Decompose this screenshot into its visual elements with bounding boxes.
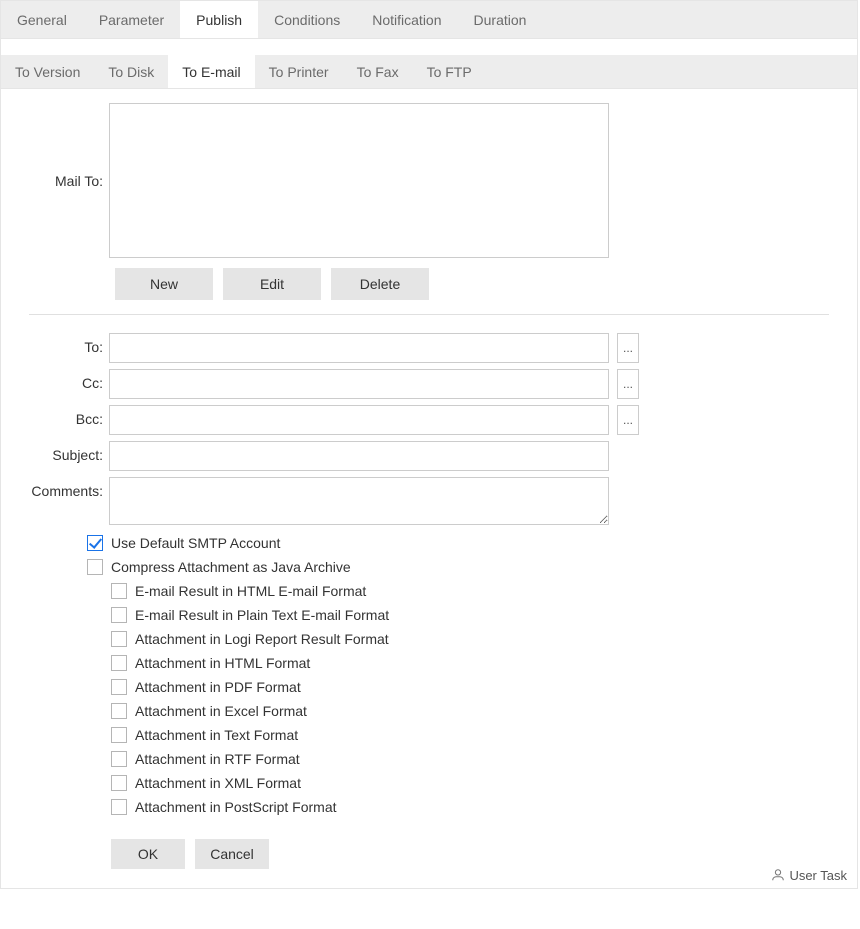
divider	[29, 314, 829, 315]
checkbox-row: E-mail Result in Plain Text E-mail Forma…	[111, 603, 829, 627]
checkbox-row: Attachment in Text Format	[111, 723, 829, 747]
checkbox-row: Attachment in HTML Format	[111, 651, 829, 675]
checkbox-10[interactable]	[111, 775, 127, 791]
tab-to-printer[interactable]: To Printer	[255, 55, 343, 88]
edit-button[interactable]: Edit	[223, 268, 321, 300]
user-task-icon	[771, 868, 785, 882]
email-form: Mail To: New Edit Delete To: ... Cc: ...…	[1, 89, 857, 929]
to-label: To:	[29, 333, 109, 355]
tab-publish[interactable]: Publish	[180, 1, 258, 38]
mail-to-buttons: New Edit Delete	[115, 268, 829, 300]
checkbox-7[interactable]	[111, 703, 127, 719]
checkbox-label[interactable]: Attachment in RTF Format	[135, 751, 300, 767]
checkbox-5[interactable]	[111, 655, 127, 671]
checkbox-9[interactable]	[111, 751, 127, 767]
delete-button[interactable]: Delete	[331, 268, 429, 300]
checkbox-row: Attachment in Logi Report Result Format	[111, 627, 829, 651]
checkbox-2[interactable]	[111, 583, 127, 599]
tab-to-ftp[interactable]: To FTP	[413, 55, 486, 88]
checkbox-label[interactable]: E-mail Result in Plain Text E-mail Forma…	[135, 607, 389, 623]
subject-input[interactable]	[109, 441, 609, 471]
checkbox-row: E-mail Result in HTML E-mail Format	[111, 579, 829, 603]
bcc-browse-button[interactable]: ...	[617, 405, 639, 435]
cc-browse-button[interactable]: ...	[617, 369, 639, 399]
status-bar: User Task	[1, 862, 857, 888]
checkbox-label[interactable]: Compress Attachment as Java Archive	[111, 559, 351, 575]
checkbox-label[interactable]: Attachment in Logi Report Result Format	[135, 631, 389, 647]
cc-label: Cc:	[29, 369, 109, 391]
checkbox-row: Attachment in PostScript Format	[111, 795, 829, 819]
tab-to-email[interactable]: To E-mail	[168, 55, 254, 88]
user-task-label: User Task	[789, 868, 847, 883]
checkbox-label[interactable]: Attachment in Excel Format	[135, 703, 307, 719]
bcc-input[interactable]	[109, 405, 609, 435]
checkbox-11[interactable]	[111, 799, 127, 815]
checkbox-label[interactable]: Use Default SMTP Account	[111, 535, 280, 551]
subject-label: Subject:	[29, 441, 109, 463]
checkbox-6[interactable]	[111, 679, 127, 695]
mail-to-label: Mail To:	[29, 173, 109, 189]
comments-label: Comments:	[29, 477, 109, 499]
checkbox-row: Compress Attachment as Java Archive	[87, 555, 829, 579]
tab-to-disk[interactable]: To Disk	[94, 55, 168, 88]
checkbox-0[interactable]	[87, 535, 103, 551]
to-input[interactable]	[109, 333, 609, 363]
checkbox-3[interactable]	[111, 607, 127, 623]
checkbox-label[interactable]: Attachment in HTML Format	[135, 655, 310, 671]
checkbox-row: Attachment in Excel Format	[111, 699, 829, 723]
tab-notification[interactable]: Notification	[356, 1, 457, 38]
new-button[interactable]: New	[115, 268, 213, 300]
tabs-primary: General Parameter Publish Conditions Not…	[1, 1, 857, 39]
to-browse-button[interactable]: ...	[617, 333, 639, 363]
checkbox-8[interactable]	[111, 727, 127, 743]
checkbox-4[interactable]	[111, 631, 127, 647]
comments-input[interactable]	[109, 477, 609, 525]
checkbox-row: Use Default SMTP Account	[87, 531, 829, 555]
checkbox-label[interactable]: Attachment in PostScript Format	[135, 799, 337, 815]
tab-general[interactable]: General	[1, 1, 83, 38]
checkbox-label[interactable]: Attachment in Text Format	[135, 727, 298, 743]
checkbox-row: Attachment in PDF Format	[111, 675, 829, 699]
tab-duration[interactable]: Duration	[458, 1, 543, 38]
tab-to-fax[interactable]: To Fax	[343, 55, 413, 88]
checkbox-row: Attachment in RTF Format	[111, 747, 829, 771]
cc-input[interactable]	[109, 369, 609, 399]
tab-parameter[interactable]: Parameter	[83, 1, 180, 38]
checkbox-label[interactable]: Attachment in PDF Format	[135, 679, 301, 695]
checkbox-label[interactable]: E-mail Result in HTML E-mail Format	[135, 583, 366, 599]
checkbox-1[interactable]	[87, 559, 103, 575]
checkbox-label[interactable]: Attachment in XML Format	[135, 775, 301, 791]
tabs-secondary: To Version To Disk To E-mail To Printer …	[1, 55, 857, 89]
checkbox-row: Attachment in XML Format	[111, 771, 829, 795]
tab-conditions[interactable]: Conditions	[258, 1, 356, 38]
task-dialog: General Parameter Publish Conditions Not…	[0, 0, 858, 889]
mail-to-listbox[interactable]	[109, 103, 609, 258]
tab-to-version[interactable]: To Version	[1, 55, 94, 88]
bcc-label: Bcc:	[29, 405, 109, 427]
